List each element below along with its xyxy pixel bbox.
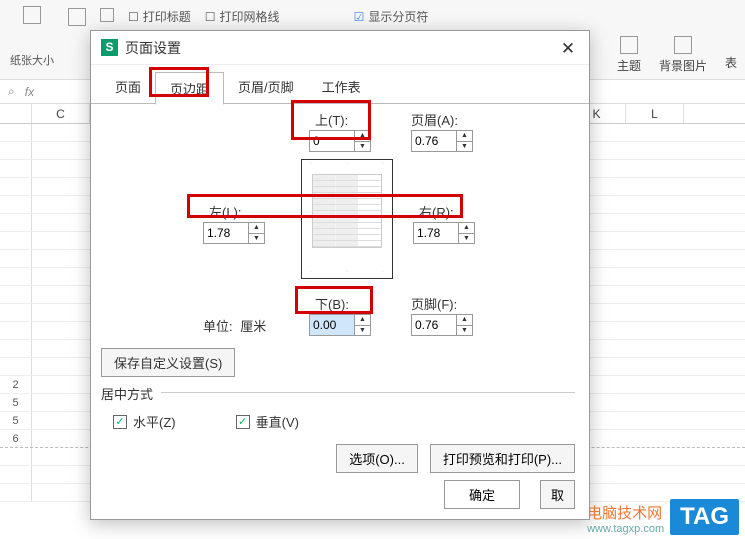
up-arrow-icon[interactable]: ▲ xyxy=(355,131,370,142)
spinner-bottom[interactable]: ▲▼ xyxy=(309,314,371,336)
label-header: 页眉(A): xyxy=(411,110,458,129)
preview-print-button[interactable]: 打印预览和打印(P)... xyxy=(430,444,575,473)
print-title-check[interactable]: ☐ xyxy=(128,10,139,24)
insert-icon[interactable] xyxy=(68,8,86,26)
input-left[interactable] xyxy=(204,223,248,243)
tab-bar: 页面 页边距 页眉/页脚 工作表 xyxy=(91,65,589,104)
tab-margins[interactable]: 页边距 xyxy=(155,72,224,105)
margin-preview: ··· ··· xyxy=(301,159,393,279)
check-vertical[interactable]: ✓垂直(V) xyxy=(236,412,299,431)
unit-label: 单位: xyxy=(203,319,233,334)
paper-size-label[interactable]: 纸张大小 xyxy=(10,52,54,68)
input-header[interactable] xyxy=(412,131,456,151)
down-arrow-icon[interactable]: ▼ xyxy=(355,142,370,152)
label-bottom: 下(B): xyxy=(315,294,349,313)
find-icon[interactable]: ⌕ xyxy=(8,84,15,99)
title-icon[interactable] xyxy=(100,8,114,22)
unit-value: 厘米 xyxy=(240,319,266,334)
watermark: 电脑技术网 www.tagxp.com TAG xyxy=(587,499,739,535)
theme-icon[interactable] xyxy=(620,36,638,54)
input-footer[interactable] xyxy=(412,315,456,335)
spinner-header[interactable]: ▲▼ xyxy=(411,130,473,152)
close-icon[interactable]: ✕ xyxy=(557,39,579,61)
tab-page[interactable]: 页面 xyxy=(101,71,155,104)
tag-badge: TAG xyxy=(670,499,739,535)
bgimage-label: 背景图片 xyxy=(659,57,707,74)
table-label: 表 xyxy=(725,54,737,71)
center-mode-label: 居中方式 xyxy=(101,384,153,403)
show-pagebreak-label: 显示分页符 xyxy=(368,8,428,25)
options-button[interactable]: 选项(O)... xyxy=(336,444,418,473)
label-left: 左(L): xyxy=(209,202,242,221)
spinner-top[interactable]: ▲▼ xyxy=(309,130,371,152)
input-right[interactable] xyxy=(414,223,458,243)
print-title-label: 打印标题 xyxy=(143,8,191,25)
spinner-footer[interactable]: ▲▼ xyxy=(411,314,473,336)
input-bottom[interactable] xyxy=(310,315,354,335)
save-custom-button[interactable]: 保存自定义设置(S) xyxy=(101,348,235,377)
label-footer: 页脚(F): xyxy=(411,294,457,313)
tab-sheet[interactable]: 工作表 xyxy=(308,71,375,104)
fx-label[interactable]: fx xyxy=(25,85,34,99)
page-icon xyxy=(23,6,41,24)
ok-button[interactable]: 确定 xyxy=(444,480,520,509)
label-top: 上(T): xyxy=(315,110,348,129)
print-gridlines-check[interactable]: ☐ xyxy=(205,10,216,24)
app-badge: S xyxy=(101,39,118,56)
tab-headerfooter[interactable]: 页眉/页脚 xyxy=(224,71,308,104)
input-top[interactable] xyxy=(310,131,354,151)
page-setup-dialog: S 页面设置 ✕ 页面 页边距 页眉/页脚 工作表 上(T): ▲▼ 页眉(A)… xyxy=(90,30,590,520)
check-horizontal[interactable]: ✓水平(Z) xyxy=(113,412,176,431)
dialog-title: 页面设置 xyxy=(125,38,181,58)
bgimage-icon[interactable] xyxy=(674,36,692,54)
print-gridlines-label: 打印网格线 xyxy=(220,8,280,25)
theme-label: 主题 xyxy=(617,57,641,74)
cancel-button[interactable]: 取 xyxy=(540,480,575,509)
spinner-left[interactable]: ▲▼ xyxy=(203,222,265,244)
label-right: 右(R): xyxy=(419,202,454,221)
show-pagebreak-check[interactable]: ☑ xyxy=(354,10,365,24)
spinner-right[interactable]: ▲▼ xyxy=(413,222,475,244)
